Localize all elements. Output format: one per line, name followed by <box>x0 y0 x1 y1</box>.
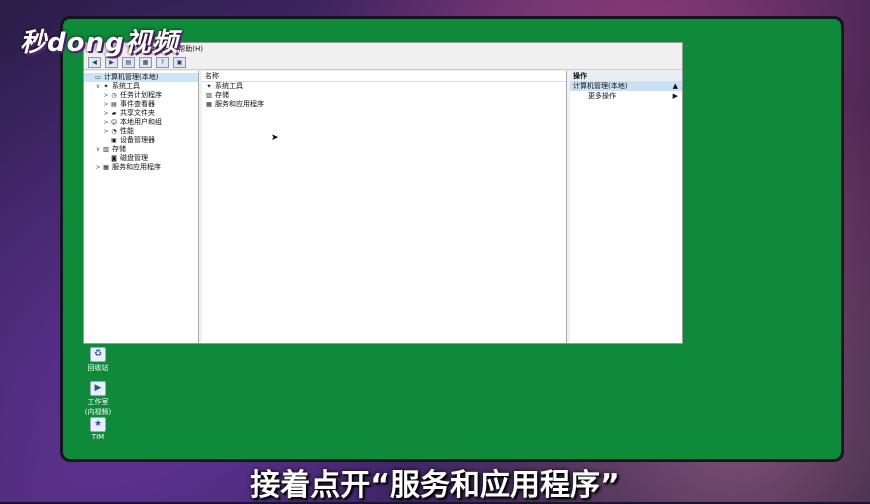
actions-title[interactable]: 计算机管理(本地) ▲ <box>570 81 682 91</box>
tree-item[interactable]: > ◷ 任务计划程序 <box>84 91 198 100</box>
more-actions-label: 更多操作 <box>588 92 616 100</box>
expander-icon[interactable]: ∨ <box>94 145 102 154</box>
submenu-arrow-icon: ▶ <box>672 92 678 100</box>
tim-icon: ★ <box>90 417 106 432</box>
desktop-icon-label: 回收站 <box>87 364 109 372</box>
tree-item-label: 设备管理器 <box>120 136 155 144</box>
collapse-icon[interactable]: ▲ <box>673 81 678 91</box>
tree-item[interactable]: ◙ 磁盘管理 <box>84 154 198 163</box>
tree-item-label: 性能 <box>120 127 134 135</box>
tree-item[interactable]: ∨ ▥ 存储 <box>84 145 198 154</box>
computer-icon: ▭ <box>95 74 101 81</box>
services-icon: ▦ <box>103 164 109 171</box>
more-actions[interactable]: 更多操作 ▶ <box>570 91 682 101</box>
clock-icon: ◷ <box>111 92 117 99</box>
expander-icon[interactable]: ∨ <box>94 82 102 91</box>
tree-item-label: 磁盘管理 <box>120 154 148 162</box>
expander-icon[interactable]: > <box>102 118 110 127</box>
expander-icon[interactable]: > <box>102 109 110 118</box>
tree-item-label: 系统工具 <box>112 82 140 90</box>
mouse-cursor-icon: ➤ <box>271 133 279 143</box>
expander-icon[interactable]: > <box>102 100 110 109</box>
list-item-label: 存储 <box>215 91 229 99</box>
performance-icon: ◔ <box>111 128 117 135</box>
recycle-bin-icon: ♻ <box>90 347 106 362</box>
desktop-icon-label: 工作室(内视频) <box>84 398 112 416</box>
actions-header: 操作 <box>570 71 682 81</box>
users-icon: ☺ <box>110 119 118 126</box>
desktop-icon-label: TIM <box>91 433 105 441</box>
tree-item[interactable]: > ▰ 共享文件夹 <box>84 109 198 118</box>
storage-icon: ▥ <box>103 146 109 153</box>
menu-help[interactable]: 帮助(H) <box>178 44 203 54</box>
expander-icon[interactable]: > <box>102 127 110 136</box>
desktop-icon-studio[interactable]: ▶ 工作室(内视频) <box>83 381 113 417</box>
desktop-icon-recycle-bin[interactable]: ♻ 回收站 <box>83 347 113 373</box>
tree-item-label: 任务计划程序 <box>120 91 162 99</box>
list-item-label: 服务和应用程序 <box>215 100 264 108</box>
list-item[interactable]: ▦ 服务和应用程序 <box>202 100 566 109</box>
subtitle-caption: 接着点开“服务和应用程序” <box>250 468 620 503</box>
device-icon: ▣ <box>111 137 117 144</box>
list-item-label: 系统工具 <box>215 82 243 90</box>
studio-icon: ▶ <box>90 381 106 396</box>
tree-item[interactable]: > ☺ 本地用户和组 <box>84 118 198 127</box>
tools-icon: ✦ <box>103 83 109 90</box>
tree-item[interactable]: ▣ 设备管理器 <box>84 136 198 145</box>
list-item[interactable]: ▥ 存储 <box>202 91 566 100</box>
tree-item-label: 共享文件夹 <box>120 109 155 117</box>
tree-item-label: 服务和应用程序 <box>112 163 161 171</box>
disk-icon: ◙ <box>111 155 117 162</box>
list-items: ✦ 系统工具 ▥ 存储 ▦ 服务和应用程序 <box>202 82 566 109</box>
panes: ▭ 计算机管理(本地) ∨ ✦ 系统工具 > ◷ 任务计划程序 > ▤ 事件查看器 > ▰ 共享文件夹 > ☺… <box>84 71 682 343</box>
event-icon: ▤ <box>111 101 117 108</box>
desktop-frame: 查看(V) 帮助(H) ◀ ▶ ▤ ▦ ? ▣ ▭ 计算机管理(本地) ∨ ✦ 系统工具… <box>60 16 844 462</box>
tree-item-label: 事件查看器 <box>120 100 155 108</box>
watermark-logo: 秒dong视频 <box>20 28 179 58</box>
tools-icon: ✦ <box>206 83 212 90</box>
tree-pane: ▭ 计算机管理(本地) ∨ ✦ 系统工具 > ◷ 任务计划程序 > ▤ 事件查看器 > ▰ 共享文件夹 > ☺… <box>84 71 199 343</box>
tree-item-label: 本地用户和组 <box>120 118 162 126</box>
column-header-name[interactable]: 名称 <box>202 71 566 82</box>
expander-icon[interactable]: > <box>94 163 102 172</box>
services-icon: ▦ <box>206 101 212 108</box>
tree-item-label: 计算机管理(本地) <box>104 73 159 81</box>
tree-item[interactable]: > ▦ 服务和应用程序 <box>84 163 198 172</box>
storage-icon: ▥ <box>206 92 212 99</box>
tree-item[interactable]: > ▤ 事件查看器 <box>84 100 198 109</box>
list-item[interactable]: ✦ 系统工具 <box>202 82 566 91</box>
tree-item[interactable]: ▭ 计算机管理(本地) <box>84 73 198 82</box>
folder-icon: ▰ <box>111 110 117 117</box>
actions-pane: 操作 计算机管理(本地) ▲ 更多操作 ▶ <box>570 71 682 343</box>
actions-title-label: 计算机管理(本地) <box>573 82 628 90</box>
tree-item[interactable]: > ◔ 性能 <box>84 127 198 136</box>
tree-item-label: 存储 <box>112 145 126 153</box>
computer-management-window[interactable]: 查看(V) 帮助(H) ◀ ▶ ▤ ▦ ? ▣ ▭ 计算机管理(本地) ∨ ✦ 系统工具… <box>83 42 683 344</box>
tree-item[interactable]: ∨ ✦ 系统工具 <box>84 82 198 91</box>
desktop-icon-tim[interactable]: ★ TIM <box>83 417 113 441</box>
expander-icon[interactable]: > <box>102 91 110 100</box>
list-pane: 名称 ✦ 系统工具 ▥ 存储 ▦ 服务和应用程序 <box>202 71 567 343</box>
